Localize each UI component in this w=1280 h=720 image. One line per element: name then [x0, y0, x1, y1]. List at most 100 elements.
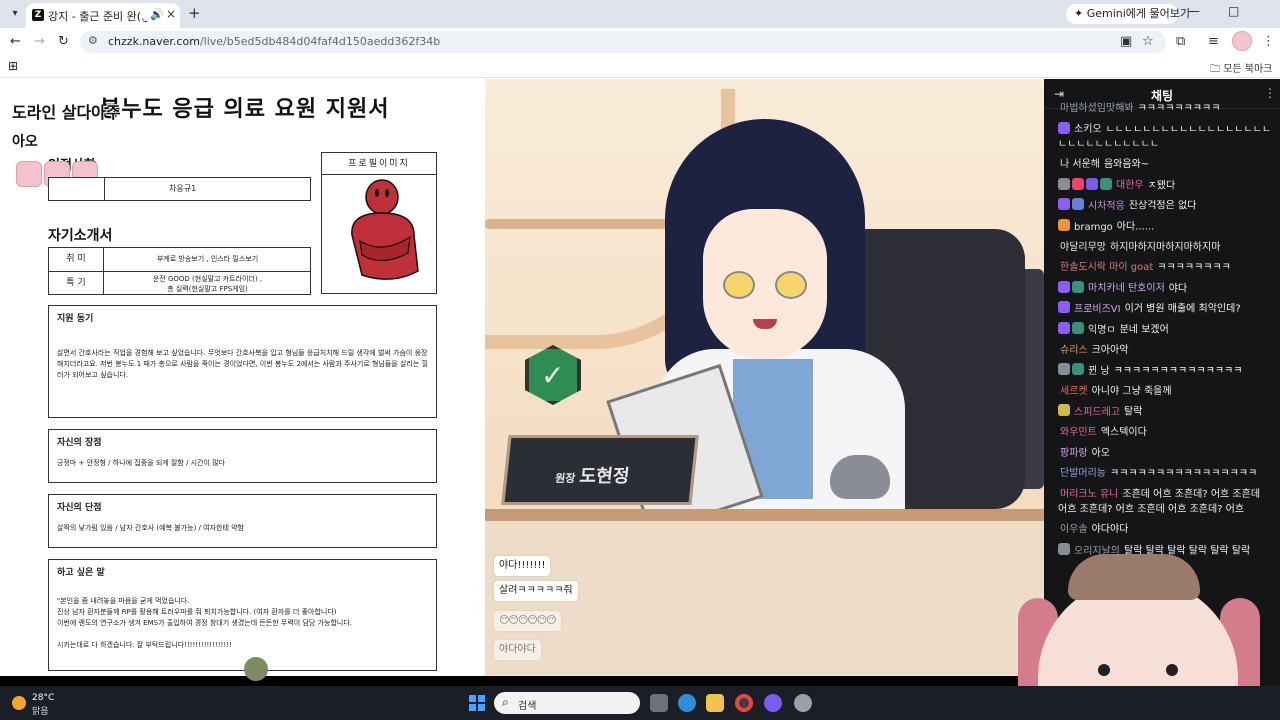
chat-nickname[interactable]: 팡파랑: [1060, 448, 1088, 459]
reading-list-icon[interactable]: ≡: [1208, 34, 1219, 49]
active-tab[interactable]: Z 강지 - 출근 준비 완(. ̫ .) 🔊 ×: [26, 3, 180, 28]
chat-badge-icon: [1058, 280, 1070, 293]
motivation-body: 살면서 간호사라는 직업을 경험해 보고 싶었습니다. 무엇보다 간호사복을 입…: [57, 349, 428, 379]
chat-nickname[interactable]: 대한우: [1116, 180, 1144, 191]
chat-nickname[interactable]: 이우솔: [1060, 524, 1088, 535]
url-host: chzzk.naver.com: [108, 35, 200, 48]
chrome-icon[interactable]: [735, 694, 753, 712]
chat-message: 이우솔 야다야다: [1058, 522, 1272, 537]
chat-message: 대한우 ㅈ됐다: [1058, 177, 1272, 194]
speaker-icon[interactable]: 🔊: [150, 8, 164, 21]
chat-text: 탈락: [1124, 406, 1143, 418]
chat-message: 한솔도시락 마이 goat ㅋㅋㅋㅋㅋㅋㅋㅋ: [1058, 260, 1272, 275]
right-eye: [775, 271, 807, 299]
chat-badge-icon: [1086, 177, 1098, 190]
nameplate-text: 원장 도현정: [554, 462, 631, 488]
back-button[interactable]: ←: [10, 34, 21, 49]
closing-line: 시키는대로 다 하겠습니다. 잘 부탁드립니다!!!!!!!!!!!!!!!!!: [57, 641, 232, 649]
red-figure-icon: [351, 179, 419, 280]
chat-nickname[interactable]: bramgo: [1074, 222, 1113, 233]
url-text: chzzk.naver.com/live/b5ed5db484d04faf4d1…: [108, 35, 440, 48]
mascot-badge-icon: [830, 455, 890, 499]
chat-message: 나 서운해 음와음와~: [1058, 157, 1272, 172]
video-player[interactable]: 봉누도 응급 의료 요원 지원서 도라인 살다아주 아오 인적사항 차응규1 프…: [0, 79, 1044, 676]
tab-search-button[interactable]: ▾: [6, 5, 24, 23]
all-bookmarks-button[interactable]: 🗀 모든 북마크: [1210, 60, 1272, 79]
chat-badges: [1058, 198, 1086, 213]
menu-icon[interactable]: ⋮: [1262, 34, 1275, 49]
chat-nickname[interactable]: 머리크노 유니: [1060, 489, 1118, 500]
chat-badges: [1058, 363, 1086, 378]
chat-nickname[interactable]: 슈리스: [1060, 345, 1088, 356]
profile-photo-box: 프로필이미지: [321, 152, 437, 294]
weather-temperature[interactable]: 28°C: [32, 693, 54, 703]
weakness-body: 살짝의 낯가림 있음 / 남자 간호사 (예복 불가능) / 여자한테 약함: [57, 524, 244, 532]
weather-condition[interactable]: 맑음: [32, 704, 49, 717]
chat-badges: [1058, 121, 1072, 137]
chat-badges: [1058, 177, 1114, 193]
maximize-icon[interactable]: □: [1228, 4, 1239, 18]
gemini-button[interactable]: ✦ Gemini에게 물어보기: [1066, 4, 1190, 24]
doctor-nameplate: 원장 도현정: [501, 435, 699, 505]
chat-badge-icon: [1058, 219, 1070, 231]
weather-sun-icon[interactable]: [12, 696, 26, 710]
taskbar-search[interactable]: ⌕ 검색: [494, 692, 640, 714]
chat-nickname[interactable]: 시차적응: [1088, 201, 1125, 212]
new-tab-button[interactable]: +: [188, 4, 201, 22]
chat-badge-icon: [1058, 198, 1070, 211]
site-info-icon[interactable]: ⚙: [88, 34, 98, 47]
minimize-icon[interactable]: —: [1188, 4, 1200, 18]
chat-more-icon[interactable]: ⋮: [1264, 86, 1276, 100]
chat-nickname[interactable]: 나 서운해: [1060, 159, 1100, 170]
reload-button[interactable]: ↻: [58, 34, 69, 49]
copilot-icon[interactable]: [764, 694, 782, 712]
chat-text: 아오: [1091, 447, 1111, 459]
chat-message: 소키오 ㄴㄴㄴㄴㄴㄴㄴㄴㄴㄴㄴㄴㄴㄴㄴㄴㄴㄴㄴㄴㄴㄴㄴㄴㄴㄴㄴㄴㄴ: [1058, 121, 1272, 153]
chat-nickname[interactable]: 한솔도시락 마이 goat: [1060, 262, 1153, 273]
chat-badges: [1058, 280, 1086, 296]
chat-nickname[interactable]: 프로비즈VI: [1074, 304, 1121, 315]
forward-button[interactable]: →: [34, 34, 45, 49]
edge-icon[interactable]: [678, 694, 696, 712]
mini-mascot-icon: [244, 657, 268, 681]
chat-nickname[interactable]: 익명ㅁ: [1088, 325, 1116, 336]
chat-nickname[interactable]: 소키오: [1074, 124, 1102, 135]
chat-text: 크아아악: [1091, 344, 1129, 356]
cast-icon[interactable]: ▣: [1120, 34, 1132, 49]
closing-line: "본인을 좀 내려놓을 마음을 굳게 먹었습니다.: [57, 597, 190, 605]
emote-icon: [16, 161, 42, 187]
chat-nickname[interactable]: 단발머리능: [1060, 468, 1106, 479]
chat-badges: [1058, 322, 1086, 337]
file-explorer-icon[interactable]: [706, 694, 724, 712]
windows-start-icon[interactable]: [469, 695, 485, 711]
chat-nickname[interactable]: 마치카네 탄호이저: [1088, 283, 1165, 294]
chat-nickname[interactable]: 야달리무망: [1060, 242, 1106, 253]
weakness-heading: 자신의 단점: [57, 503, 102, 513]
skill-value: 운전 GOOD (현실말고 카트라이더) , 총 실력(현실말고 FPS게임): [105, 272, 310, 295]
settings-icon[interactable]: [794, 694, 812, 712]
chat-badge-icon: [1058, 177, 1070, 190]
chat-message: 프로비즈VI 이거 병원 매출에 최악인데?: [1058, 301, 1272, 317]
apps-grid-icon[interactable]: ⊞: [8, 59, 18, 73]
profile-avatar[interactable]: [1232, 31, 1252, 51]
stream-overlay-text: 도라인 살다아주: [12, 103, 121, 122]
bookmark-star-icon[interactable]: ☆: [1142, 34, 1154, 49]
closing-line: 이번에 랜도의 연구소가 생겨 EMS가 출입하여 경정 창대기 생겼는데 든든…: [57, 619, 352, 627]
chat-message: 슈리스 크아아악: [1058, 343, 1272, 358]
chat-nickname[interactable]: 마법하셨임맛해봐: [1060, 103, 1134, 114]
chat-nickname[interactable]: 세르켓: [1060, 386, 1088, 397]
chat-nickname[interactable]: 뀐 낭: [1088, 366, 1110, 377]
task-view-icon[interactable]: [650, 694, 668, 712]
address-bar[interactable]: ⚙ chzzk.naver.com/live/b5ed5db484d04faf4…: [80, 31, 1166, 53]
avatar-eye-right: [1166, 664, 1178, 676]
document-title: 봉누도 응급 의료 요원 지원서: [100, 97, 390, 122]
chat-text: ㅋㅋㅋㅋㅋㅋㅋㅋㅋㅋㅋㅋㅋㅋㅋㅋ: [1110, 468, 1258, 480]
extensions-icon[interactable]: ⧉: [1176, 34, 1185, 49]
chat-badge-icon: [1072, 177, 1084, 190]
avatar-eye-left: [1098, 664, 1110, 676]
chat-badge-icon: [1058, 322, 1070, 334]
closing-line: 진상 남자 환자분들께 RP를 활용해 트러우마를 줘 퇴치가능합니다. (여자…: [57, 608, 337, 616]
chat-nickname[interactable]: 와우민트: [1060, 427, 1097, 438]
tab-close-button[interactable]: ×: [166, 7, 176, 21]
chat-nickname[interactable]: 스피드레고: [1074, 407, 1120, 418]
